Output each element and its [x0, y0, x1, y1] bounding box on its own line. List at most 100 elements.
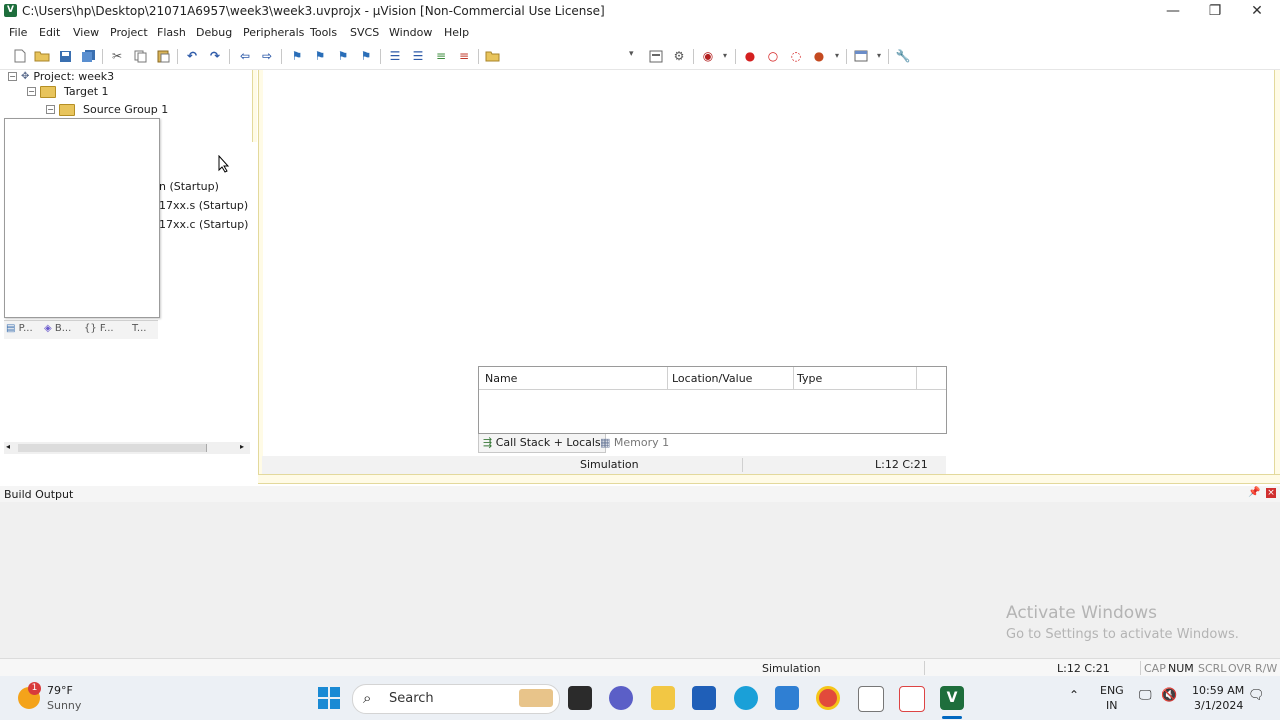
language-region[interactable]: IN [1106, 699, 1117, 712]
menu-help[interactable]: Help [444, 26, 469, 39]
cut-icon[interactable]: ✂ [109, 48, 125, 64]
scroll-right-icon[interactable]: ▸ [240, 442, 244, 451]
new-file-icon[interactable] [12, 48, 28, 64]
language-code[interactable]: ENG [1100, 684, 1124, 697]
scroll-left-icon[interactable]: ◂ [6, 442, 10, 451]
chrome-browser-icon[interactable] [816, 686, 840, 710]
find-combo-box[interactable]: ▾ [505, 47, 645, 65]
breakpoint-insert-icon[interactable]: ● [742, 48, 758, 64]
build-output-title: Build Output [4, 488, 74, 501]
menu-tools[interactable]: Tools [310, 26, 337, 39]
file-explorer-icon[interactable] [651, 686, 675, 710]
memory-icon: ▦ [600, 436, 611, 449]
incremental-find-icon[interactable] [648, 48, 664, 64]
notes-app-icon[interactable] [858, 686, 884, 712]
column-name[interactable]: Name [485, 372, 517, 385]
panel-splitter[interactable] [258, 70, 263, 476]
dock-splitter[interactable] [258, 474, 1280, 484]
snipping-tool-icon[interactable] [899, 686, 925, 712]
panel-splitter[interactable] [252, 70, 257, 142]
redo-icon[interactable]: ↷ [207, 48, 223, 64]
copy-icon[interactable] [132, 48, 148, 64]
clock-date[interactable]: 3/1/2024 [1194, 699, 1243, 712]
menu-peripherals[interactable]: Peripherals [243, 26, 304, 39]
chevron-down-icon[interactable]: ▾ [629, 49, 634, 59]
tab-books[interactable]: ◈ B... [44, 323, 71, 334]
tree-file-item[interactable]: 17xx.c (Startup) [159, 218, 248, 231]
close-button[interactable]: ✕ [1236, 0, 1278, 22]
breakpoint-kill-all-icon[interactable]: ● [811, 48, 827, 64]
tab-call-stack-locals[interactable]: ⇶ Call Stack + Locals [478, 434, 606, 453]
status-cursor: L:12 C:21 [1057, 662, 1110, 675]
horizontal-scrollbar[interactable]: ◂ ▸ [4, 442, 250, 454]
save-icon[interactable] [57, 48, 73, 64]
tree-file-item[interactable]: n (Startup) [159, 180, 219, 193]
menu-view[interactable]: View [73, 26, 99, 39]
weather-description[interactable]: Sunny [47, 699, 81, 712]
navigate-back-icon[interactable]: ⇦ [237, 48, 253, 64]
breakpoint-disable-all-icon[interactable]: ◌ [788, 48, 804, 64]
edge-browser-icon[interactable] [734, 686, 758, 710]
chevron-up-icon[interactable]: ⌃ [1069, 688, 1079, 702]
menu-svcs[interactable]: SVCS [350, 26, 379, 39]
uvision-taskbar-icon[interactable]: V [940, 686, 964, 710]
tab-functions[interactable]: {} F... [84, 323, 114, 334]
open-folder-icon[interactable] [34, 48, 50, 64]
minimize-button[interactable]: — [1152, 0, 1194, 22]
tree-file-item[interactable]: 17xx.s (Startup) [159, 199, 248, 212]
task-view-icon[interactable] [568, 686, 592, 710]
comment-icon[interactable]: ≡ [433, 48, 449, 64]
notification-icon[interactable]: 🗨 [1248, 688, 1265, 703]
menu-project[interactable]: Project [110, 26, 148, 39]
volume-muted-icon[interactable]: 🔇 [1161, 688, 1177, 703]
window-layout-icon[interactable] [853, 48, 869, 64]
debug-session-icon[interactable]: ◉ [700, 48, 716, 64]
paste-icon[interactable] [155, 48, 171, 64]
mail-icon[interactable] [775, 686, 799, 710]
menu-flash[interactable]: Flash [157, 26, 186, 39]
tree-item-source-group[interactable]: − Source Group 1 [46, 103, 168, 116]
bookmark-prev-icon[interactable]: ⚑ [312, 48, 328, 64]
teams-chat-icon[interactable] [609, 686, 633, 710]
navigate-forward-icon[interactable]: ⇨ [259, 48, 275, 64]
bookmark-next-icon[interactable]: ⚑ [335, 48, 351, 64]
close-panel-icon[interactable]: × [1266, 488, 1276, 498]
chevron-down-icon[interactable]: ▾ [717, 48, 733, 64]
unindent-icon[interactable]: ☰ [410, 48, 426, 64]
windows-start-icon[interactable] [318, 687, 340, 709]
find-in-files-icon[interactable] [484, 48, 500, 64]
tab-project[interactable]: ▤ P... [6, 323, 33, 334]
chevron-down-icon[interactable]: ▾ [871, 48, 887, 64]
wrench-icon[interactable]: 🔧 [895, 48, 911, 64]
save-all-icon[interactable] [80, 48, 96, 64]
menu-debug[interactable]: Debug [196, 26, 232, 39]
microsoft-store-icon[interactable] [692, 686, 716, 710]
collapse-icon[interactable]: − [27, 87, 36, 96]
menu-edit[interactable]: Edit [39, 26, 60, 39]
bookmark-clear-icon[interactable]: ⚑ [358, 48, 374, 64]
menu-file[interactable]: File [9, 26, 27, 39]
breakpoint-enable-icon[interactable]: ○ [765, 48, 781, 64]
menu-window[interactable]: Window [389, 26, 432, 39]
indent-icon[interactable]: ☰ [387, 48, 403, 64]
debug-start-icon[interactable]: ⚙ [671, 48, 687, 64]
collapse-icon[interactable]: − [46, 105, 55, 114]
pin-icon[interactable]: 📌 [1248, 487, 1260, 498]
scrollbar-thumb[interactable] [18, 444, 207, 452]
bookmark-icon[interactable]: ⚑ [289, 48, 305, 64]
taskbar-search-box[interactable]: ⌕ Search [352, 684, 560, 714]
tree-item-project[interactable]: − ✥ Project: week3 [8, 70, 114, 83]
undo-icon[interactable]: ↶ [184, 48, 200, 64]
network-icon[interactable]: 🖵 [1139, 688, 1152, 703]
collapse-icon[interactable]: − [8, 72, 17, 81]
maximize-button[interactable]: ❐ [1194, 0, 1236, 22]
column-location-value[interactable]: Location/Value [672, 372, 752, 385]
tab-templates[interactable]: T... [132, 323, 146, 334]
weather-temperature[interactable]: 79°F [47, 684, 73, 697]
chevron-down-icon[interactable]: ▾ [829, 48, 845, 64]
column-type[interactable]: Type [797, 372, 822, 385]
tab-memory-1[interactable]: ▦ Memory 1 [596, 434, 673, 452]
tree-item-target[interactable]: − Target 1 [27, 85, 109, 98]
uncomment-icon[interactable]: ≡ [456, 48, 472, 64]
clock-time[interactable]: 10:59 AM [1192, 684, 1244, 697]
